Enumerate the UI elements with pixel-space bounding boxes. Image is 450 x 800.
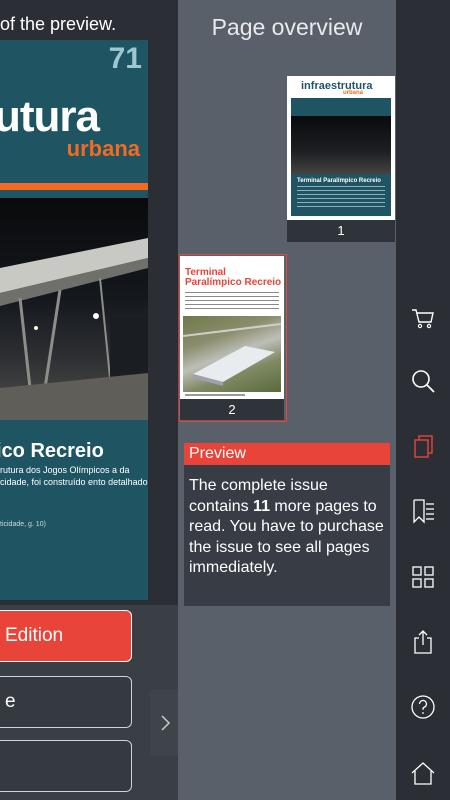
preview-hint-text: of the preview. xyxy=(0,14,117,34)
pages-button[interactable] xyxy=(396,424,450,470)
bookmarks-icon xyxy=(413,499,434,524)
share-button[interactable] xyxy=(396,619,450,665)
remaining-pages-count: 11 xyxy=(253,497,270,515)
preview-message: The complete issue contains 11 more page… xyxy=(184,465,390,606)
expand-panel-button[interactable] xyxy=(150,690,180,756)
help-button[interactable] xyxy=(396,684,450,730)
tertiary-button[interactable] xyxy=(0,740,132,792)
buy-edition-button[interactable]: Edition xyxy=(0,610,132,662)
thumb-cover-title: Terminal Paralímpico Recreio xyxy=(297,178,381,184)
thumb2-title: Terminal Paralímpico Recreio xyxy=(185,267,282,288)
chevron-right-icon xyxy=(161,715,171,731)
magazine-cover: 71 utura urbana ico Recreio rutura dos J… xyxy=(0,40,148,600)
cover-issue-number: 71 xyxy=(108,42,142,75)
page-overview-panel: Page overview infraestrutura urbana Term… xyxy=(178,0,396,800)
cover-description: rutura dos Jogos Olímpicos a da cidade, … xyxy=(0,465,148,487)
grid-icon xyxy=(412,566,434,588)
share-icon xyxy=(414,630,432,654)
page-thumbnail-2[interactable]: Terminal Paralímpico Recreio xyxy=(180,256,284,399)
cover-subtitle: urbana xyxy=(66,136,140,161)
page-thumbnail-1[interactable]: infraestrutura urbana Terminal Paralímpi… xyxy=(287,76,395,220)
page-number-1: 1 xyxy=(287,220,395,242)
help-icon xyxy=(411,695,435,719)
cart-icon xyxy=(412,309,434,329)
page-number-2: 2 xyxy=(180,399,284,420)
cover-brand: utura xyxy=(0,92,100,141)
cover-orange-bar xyxy=(0,183,148,190)
preview-heading: Preview xyxy=(184,443,390,465)
home-icon xyxy=(411,762,435,785)
cover-photo xyxy=(0,198,148,420)
thumb-subtitle: urbana xyxy=(343,90,364,96)
right-toolbar xyxy=(396,0,450,800)
bookmarks-button[interactable] xyxy=(396,488,450,534)
cart-button[interactable] xyxy=(396,295,450,341)
cover-preview-panel: of the preview. 71 utura urbana ico Recr… xyxy=(0,0,178,800)
page-overview-title: Page overview xyxy=(211,14,363,40)
stadium-canopy-image xyxy=(0,238,148,420)
cover-small-text: ticidade, g. 10) xyxy=(0,521,46,528)
search-button[interactable] xyxy=(396,358,450,404)
home-button[interactable] xyxy=(396,750,450,796)
search-icon xyxy=(412,370,435,393)
pages-icon xyxy=(414,435,433,458)
cover-headline: ico Recreio xyxy=(0,440,104,462)
thumb-photo xyxy=(291,116,391,174)
grid-button[interactable] xyxy=(396,554,450,600)
secondary-button[interactable]: e xyxy=(0,676,132,728)
thumb2-aerial-photo xyxy=(182,316,282,392)
